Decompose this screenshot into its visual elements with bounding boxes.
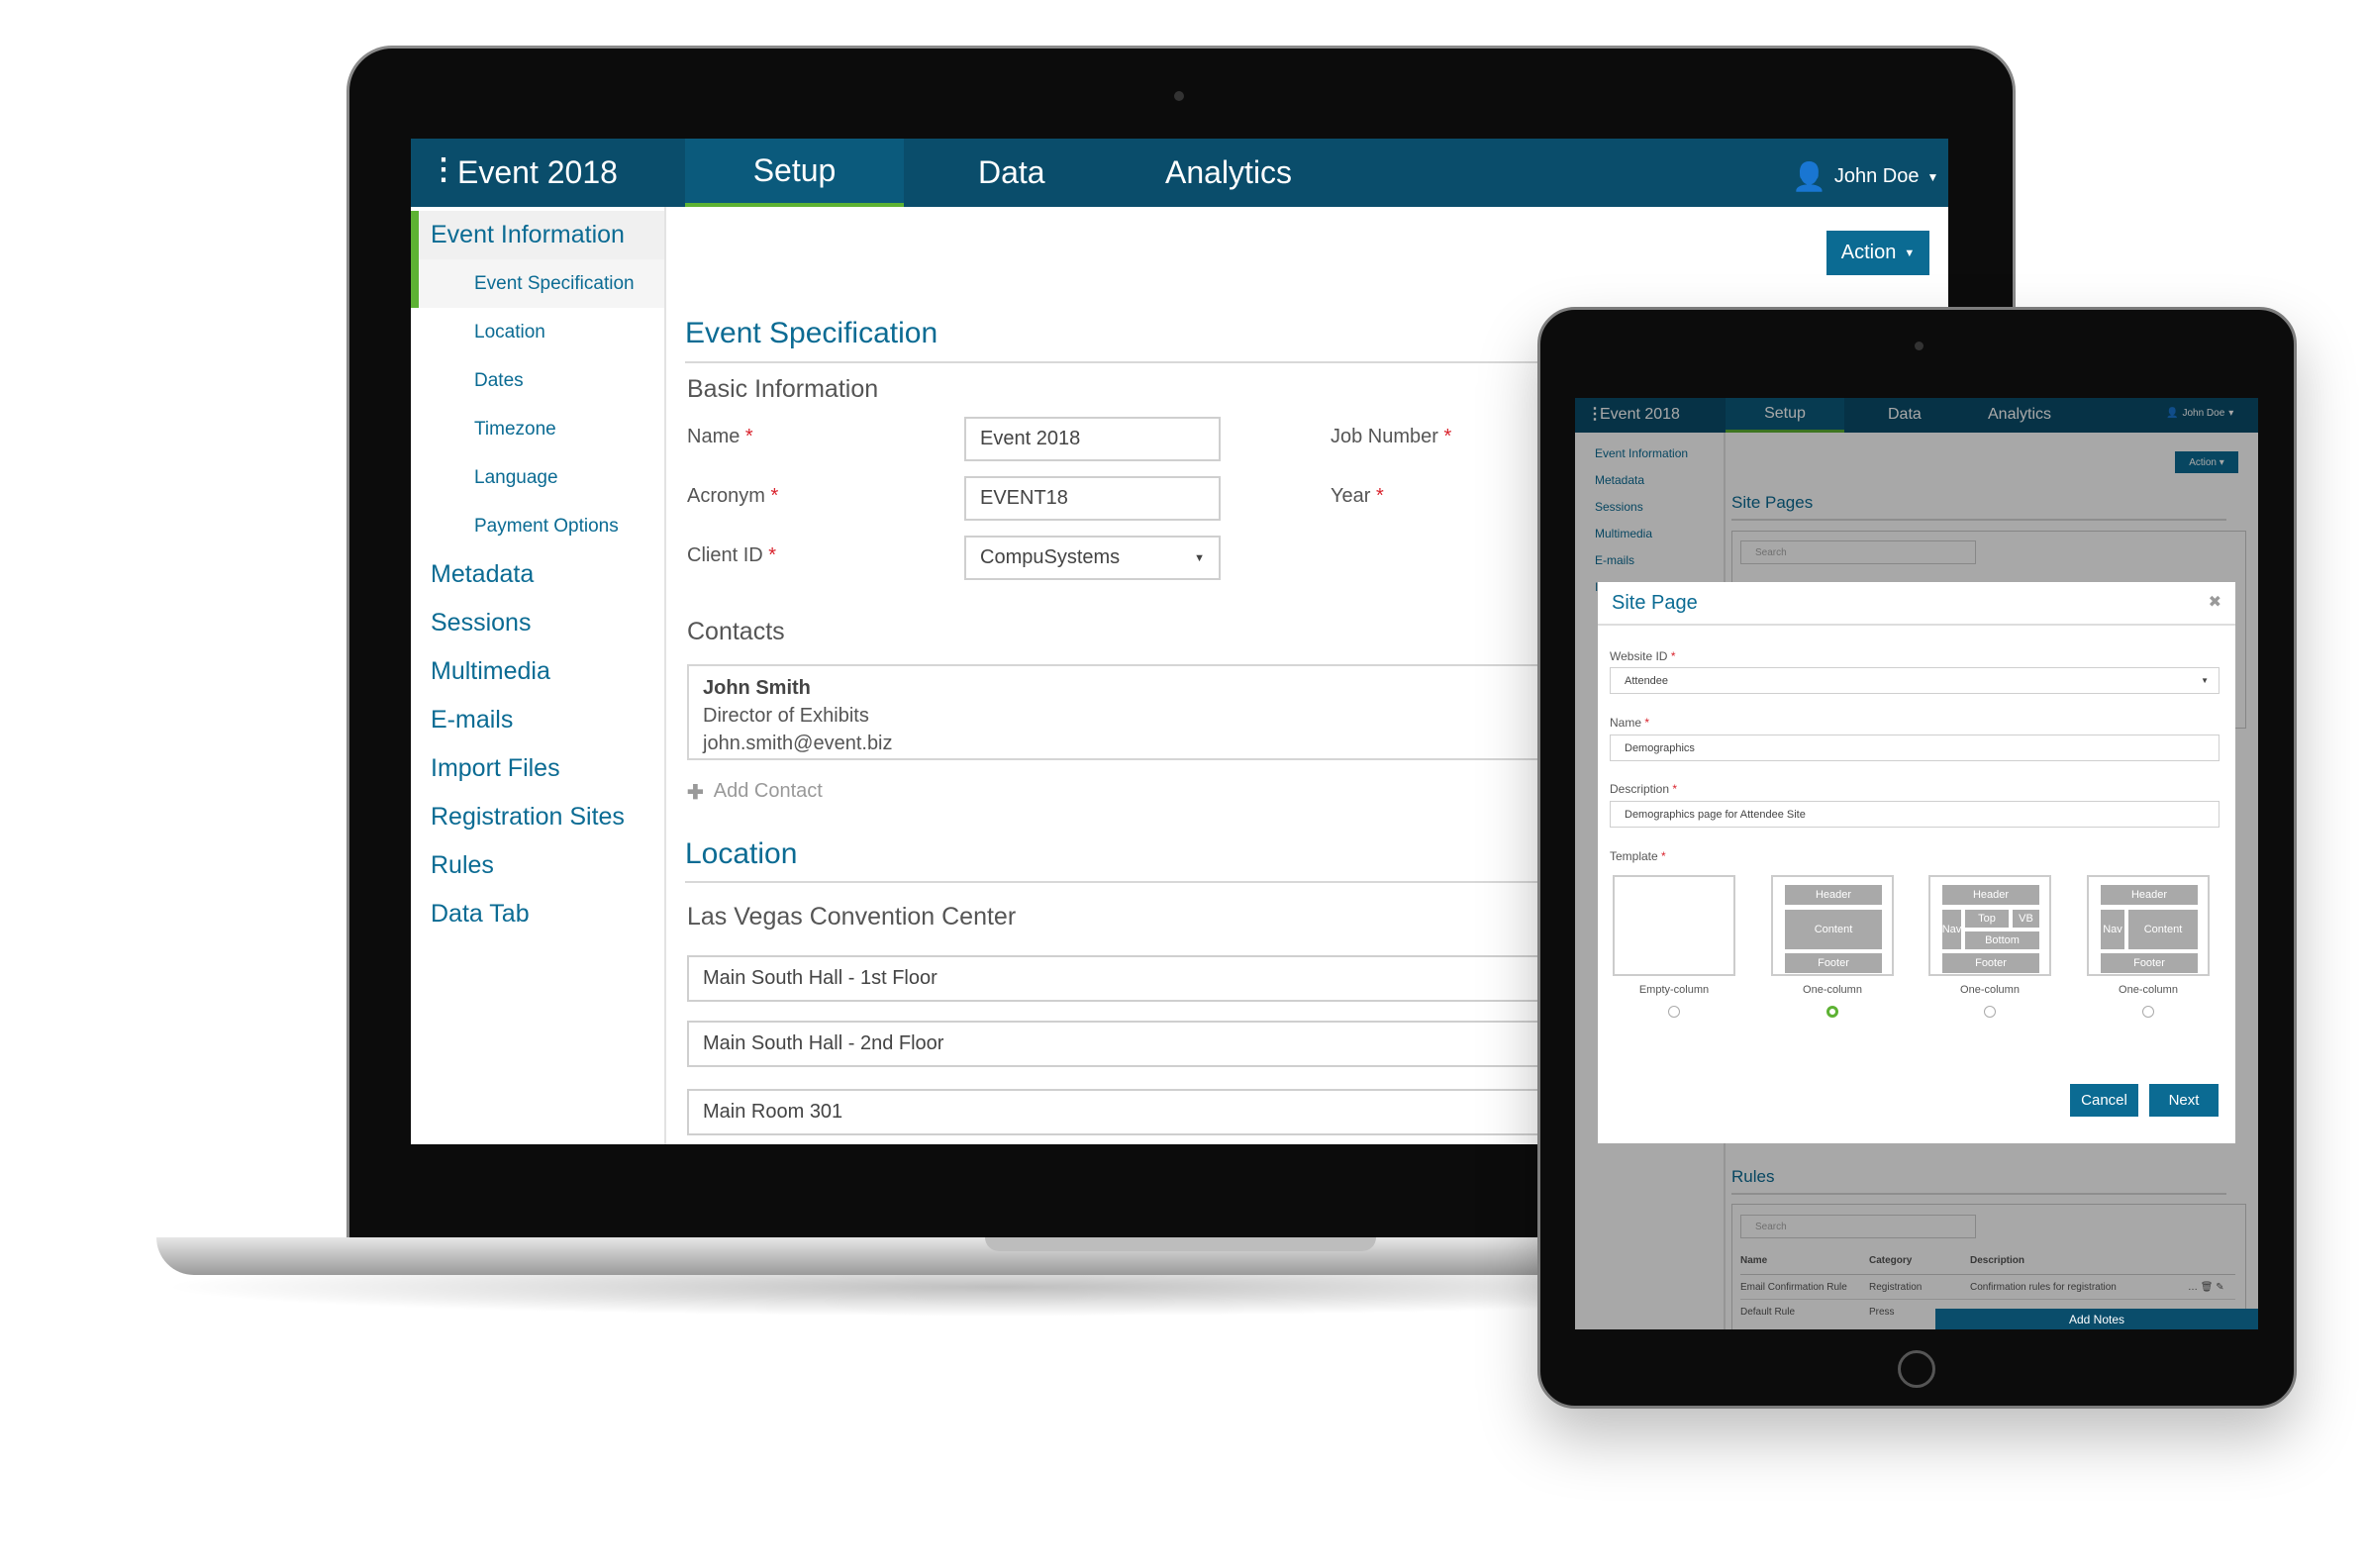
site-page-modal: Site Page ✖ Website ID * Attendee ▼ Name …: [1598, 582, 2235, 1143]
name-input[interactable]: Demographics: [1610, 735, 2220, 761]
name-input[interactable]: Event 2018: [964, 417, 1221, 461]
job-number-label: Job Number *: [1331, 426, 1452, 447]
caret-down-icon: ▼: [2201, 676, 2209, 685]
acronym-input[interactable]: EVENT18: [964, 476, 1221, 521]
venue-name: Las Vegas Convention Center: [687, 903, 1017, 931]
plus-icon: ✚: [687, 782, 704, 804]
template-label: Template *: [1610, 849, 1666, 863]
client-id-select[interactable]: CompuSystems ▼: [964, 536, 1221, 580]
year-label: Year *: [1331, 485, 1384, 507]
caret-down-icon: ▼: [1194, 551, 1205, 564]
template-radio[interactable]: [2142, 1006, 2154, 1018]
tablet-screen: ⋮ Event 2018 Setup Data Analytics 👤 John …: [1575, 398, 2258, 1329]
template-caption: One-column: [1960, 984, 2020, 996]
template-nav-content[interactable]: Header Nav Content Footer: [2087, 875, 2210, 976]
modal-header: Site Page ✖: [1598, 582, 2235, 626]
template-caption: Empty-column: [1638, 984, 1710, 996]
tab-data[interactable]: Data: [978, 154, 1045, 191]
add-notes-button[interactable]: Add Notes: [1935, 1309, 2258, 1329]
sidebar-item-registration-sites[interactable]: Registration Sites: [411, 793, 664, 841]
sidebar-subitem-event-specification[interactable]: Event Specification: [411, 259, 664, 308]
template-block: Nav: [2101, 910, 2124, 949]
contacts-heading: Contacts: [687, 618, 785, 645]
template-block: VB: [2013, 910, 2039, 928]
tab-setup[interactable]: Setup: [685, 139, 904, 207]
name-label: Name *: [687, 426, 753, 447]
template-block: Header: [2101, 885, 2198, 905]
tablet-home-button: [1898, 1350, 1935, 1388]
kebab-menu-icon[interactable]: ⋮: [429, 152, 458, 187]
template-radio-selected[interactable]: [1826, 1006, 1838, 1018]
template-caption: One-column: [1803, 984, 1862, 996]
template-block: Header: [1785, 885, 1882, 905]
sidebar-subitem[interactable]: Timezone: [411, 405, 664, 453]
template-block: Footer: [2101, 953, 2198, 973]
laptop-base: [156, 1237, 1641, 1275]
sidebar-item-event-information[interactable]: Event Information: [411, 211, 664, 259]
template-block: Content: [2128, 910, 2198, 949]
website-id-label: Website ID *: [1610, 649, 1676, 663]
template-radio[interactable]: [1984, 1006, 1996, 1018]
template-caption: One-column: [2119, 984, 2178, 996]
client-id-label: Client ID *: [687, 544, 777, 566]
template-block: Top: [1965, 910, 2009, 928]
client-id-value: CompuSystems: [980, 546, 1121, 568]
template-block: Nav: [1942, 910, 1961, 949]
action-label: Action: [1840, 242, 1897, 263]
template-block: Footer: [1785, 953, 1882, 973]
next-button[interactable]: Next: [2149, 1084, 2219, 1117]
template-block: Bottom: [1965, 931, 2039, 949]
sidebar-subitems: Event Specification Location Dates Timez…: [411, 259, 664, 938]
add-contact-label: Add Contact: [713, 780, 823, 802]
user-icon: 👤: [1792, 161, 1826, 192]
caret-down-icon: ▼: [1904, 246, 1916, 259]
description-input[interactable]: Demographics page for Attendee Site: [1610, 801, 2220, 828]
tablet-camera: [1915, 342, 1924, 350]
sidebar-subitem[interactable]: Location: [411, 308, 664, 356]
section-title-event-specification: Event Specification: [685, 317, 938, 349]
modal-title: Site Page: [1612, 592, 1698, 614]
app-title: Event 2018: [457, 154, 618, 190]
sidebar: Event Information Event Specification Lo…: [411, 207, 666, 1144]
chevron-down-icon: ▼: [1926, 169, 1939, 184]
action-button[interactable]: Action ▼: [1826, 231, 1929, 275]
laptop-notch: [985, 1237, 1376, 1251]
close-icon[interactable]: ✖: [2209, 592, 2221, 612]
sidebar-item-emails[interactable]: E-mails: [411, 696, 664, 744]
template-block: Header: [1942, 885, 2039, 905]
website-id-select[interactable]: Attendee ▼: [1610, 667, 2220, 694]
sidebar-item-multimedia[interactable]: Multimedia: [411, 647, 664, 696]
template-block: Content: [1785, 910, 1882, 949]
sidebar-item-rules[interactable]: Rules: [411, 841, 664, 890]
laptop-camera: [1174, 91, 1184, 101]
tab-analytics[interactable]: Analytics: [1165, 154, 1292, 191]
top-nav: ⋮ Event 2018 Setup Data Analytics 👤 John…: [411, 139, 1948, 207]
user-menu[interactable]: 👤 John Doe ▼: [1792, 160, 1938, 193]
user-name: John Doe: [1833, 165, 1920, 187]
cancel-button[interactable]: Cancel: [2070, 1084, 2138, 1117]
sidebar-subitem[interactable]: Payment Options: [411, 502, 664, 550]
sidebar-subitem[interactable]: Language: [411, 453, 664, 502]
name-label: Name *: [1610, 716, 1650, 730]
basic-information-heading: Basic Information: [687, 375, 879, 403]
template-one-column[interactable]: Header Content Footer: [1771, 875, 1894, 976]
acronym-label: Acronym *: [687, 485, 779, 507]
section-title-location: Location: [685, 837, 798, 870]
sidebar-item-sessions[interactable]: Sessions: [411, 599, 664, 647]
sidebar-item-metadata[interactable]: Metadata: [411, 550, 664, 599]
add-contact-button[interactable]: ✚ Add Contact: [687, 780, 823, 805]
template-nav-top-vb[interactable]: Header Nav Top VB Bottom Footer: [1928, 875, 2051, 976]
template-empty-column[interactable]: [1613, 875, 1735, 976]
website-id-value: Attendee: [1625, 674, 1669, 687]
template-block: Footer: [1942, 953, 2039, 973]
template-radio[interactable]: [1668, 1006, 1680, 1018]
description-label: Description *: [1610, 782, 1678, 796]
sidebar-subitem[interactable]: Dates: [411, 356, 664, 405]
sidebar-item-import-files[interactable]: Import Files: [411, 744, 664, 793]
sidebar-item-data-tab[interactable]: Data Tab: [411, 890, 664, 938]
